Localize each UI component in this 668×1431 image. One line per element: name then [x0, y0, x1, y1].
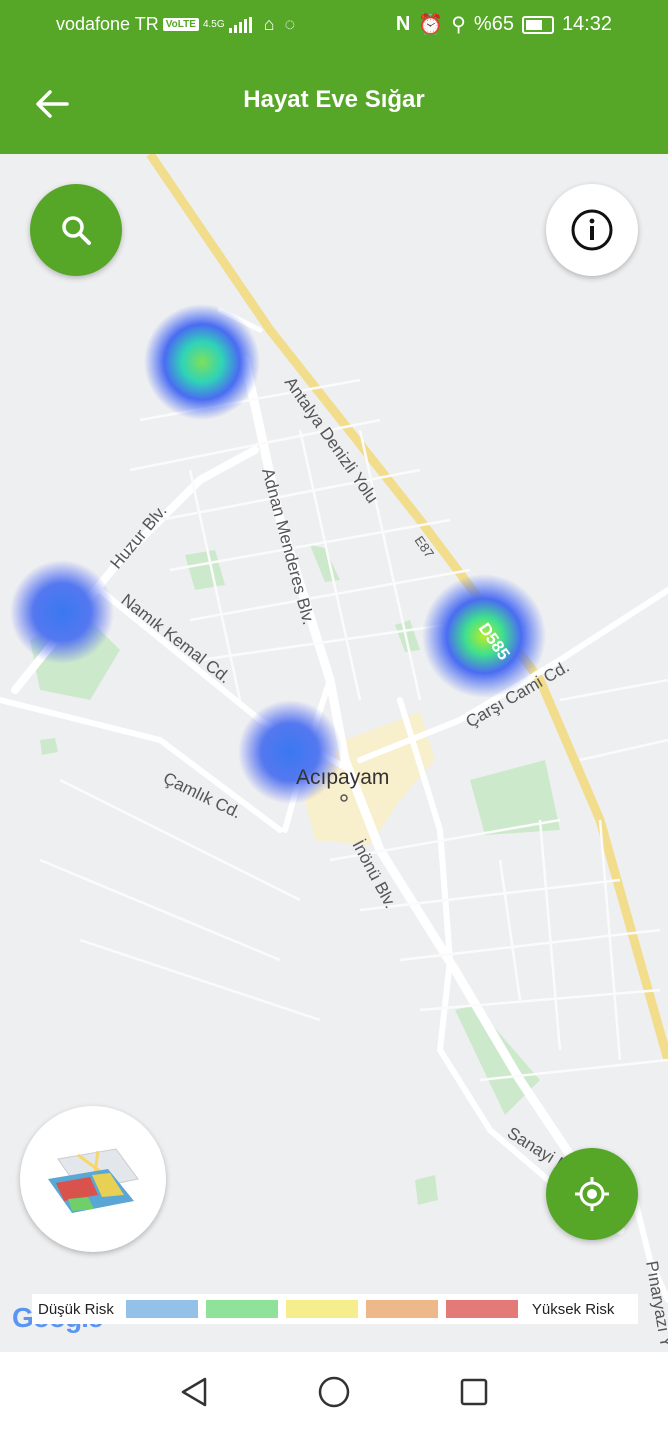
clock: 14:32	[561, 13, 612, 35]
info-button[interactable]	[546, 184, 638, 276]
map-layers-icon	[48, 1148, 139, 1213]
search-button[interactable]	[30, 184, 122, 276]
location-icon: ⚲	[451, 14, 466, 36]
legend-swatch	[365, 1300, 438, 1318]
my-location-button[interactable]	[546, 1148, 638, 1240]
signal-icon	[228, 16, 252, 33]
nav-home-button[interactable]	[314, 1372, 354, 1412]
page-title: Hayat Eve Sığar	[243, 86, 425, 113]
legend-swatch	[285, 1300, 358, 1318]
my-location-icon	[575, 1177, 609, 1211]
app-header: vodafone TR VoLTE 4.5G ⌂ ◌ N ⏰ ⚲ %65 14:…	[0, 0, 668, 154]
app-bar: Hayat Eve Sığar	[0, 56, 668, 154]
battery-icon	[521, 15, 554, 34]
triangle-back-icon	[181, 1377, 207, 1406]
square-recents-icon	[460, 1378, 488, 1405]
street-label: Huzur Blv.	[107, 501, 171, 572]
volte-badge: VoLTE	[162, 18, 199, 31]
carrier-name: vodafone TR	[56, 14, 159, 34]
risk-legend: Düşük Risk Yüksek Risk	[32, 1294, 638, 1324]
town-label: Acıpayam	[296, 766, 389, 789]
circle-home-icon	[318, 1376, 350, 1407]
legend-high-label: Yüksek Risk	[531, 1300, 615, 1318]
info-icon	[571, 209, 613, 251]
home-wifi-icon: ⌂	[263, 14, 275, 34]
battery-percent: %65	[473, 13, 514, 35]
search-icon	[62, 216, 91, 245]
street-label: Pınaryazı Y	[642, 1259, 668, 1349]
legend-swatch	[445, 1300, 518, 1318]
sync-icon: ◌	[284, 14, 296, 34]
nfc-icon: N	[395, 13, 411, 35]
map-layers-button[interactable]	[20, 1106, 166, 1252]
street-label: Namık Kemal Cd.	[118, 590, 235, 687]
status-bar: vodafone TR VoLTE 4.5G ⌂ ◌ N ⏰ ⚲ %65 14:…	[0, 0, 668, 50]
system-nav-bar	[0, 1352, 668, 1431]
nav-back-button[interactable]	[174, 1372, 214, 1412]
alarm-icon: ⏰	[418, 14, 444, 36]
legend-swatch	[125, 1300, 198, 1318]
legend-swatch	[205, 1300, 278, 1318]
legend-low-label: Düşük Risk	[38, 1300, 114, 1318]
network-type: 4.5G	[202, 19, 225, 30]
nav-recents-button[interactable]	[454, 1372, 494, 1412]
